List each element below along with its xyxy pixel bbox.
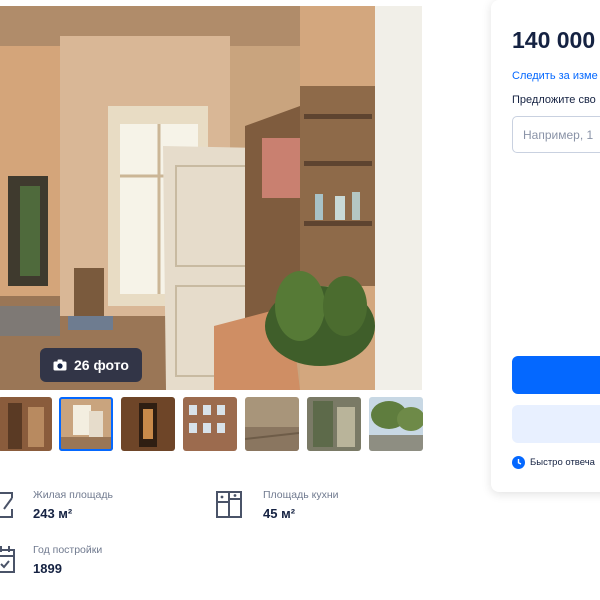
fast-reply-note: Быстро отвеча bbox=[512, 456, 595, 469]
thumbnail-image bbox=[369, 397, 423, 451]
offer-label: Предложите сво bbox=[512, 94, 596, 106]
param-label: Площадь кухни bbox=[263, 489, 339, 501]
thumbnail-strip bbox=[0, 397, 423, 453]
thumbnail-image bbox=[245, 397, 299, 451]
main-photo[interactable]: 26 фото bbox=[0, 6, 422, 390]
thumbnail[interactable] bbox=[307, 397, 361, 451]
param-label: Жилая площадь bbox=[33, 489, 113, 501]
thumbnail[interactable] bbox=[369, 397, 423, 451]
kitchen-icon bbox=[216, 491, 242, 518]
param-value: 243 м² bbox=[33, 506, 73, 521]
param-kitchen-area: Площадь кухни 45 м² bbox=[215, 489, 375, 529]
photo-count-label: 26 фото bbox=[74, 357, 129, 373]
show-phone-button[interactable] bbox=[512, 356, 600, 394]
thumbnail[interactable] bbox=[183, 397, 237, 451]
param-value: 1899 bbox=[33, 561, 62, 576]
price-card: 140 000 Следить за изме Предложите сво Б… bbox=[491, 0, 600, 492]
thumbnail-image bbox=[307, 397, 361, 451]
thumbnail-image bbox=[183, 397, 237, 451]
thumbnail-image bbox=[59, 397, 113, 451]
calendar-icon bbox=[0, 546, 15, 573]
area-icon bbox=[0, 492, 13, 518]
follow-price-link[interactable]: Следить за изме bbox=[512, 70, 598, 82]
clock-icon bbox=[512, 456, 525, 469]
photo-count-button[interactable]: 26 фото bbox=[40, 348, 142, 382]
thumbnail-image bbox=[121, 397, 175, 451]
param-value: 45 м² bbox=[263, 506, 296, 521]
param-label: Год постройки bbox=[33, 544, 103, 556]
camera-icon bbox=[53, 359, 67, 371]
fast-reply-text: Быстро отвеча bbox=[530, 457, 595, 468]
price: 140 000 bbox=[512, 27, 596, 53]
thumbnail[interactable] bbox=[0, 397, 52, 451]
interior-photo bbox=[0, 6, 422, 390]
offer-price-input[interactable] bbox=[512, 116, 600, 153]
thumbnail-image bbox=[0, 397, 52, 451]
thumbnail[interactable] bbox=[121, 397, 175, 451]
thumbnail[interactable] bbox=[59, 397, 113, 451]
write-message-button[interactable] bbox=[512, 405, 600, 443]
param-build-year: Год постройки 1899 bbox=[0, 544, 154, 584]
param-living-area: Жилая площадь 243 м² bbox=[0, 489, 154, 529]
thumbnail[interactable] bbox=[245, 397, 299, 451]
